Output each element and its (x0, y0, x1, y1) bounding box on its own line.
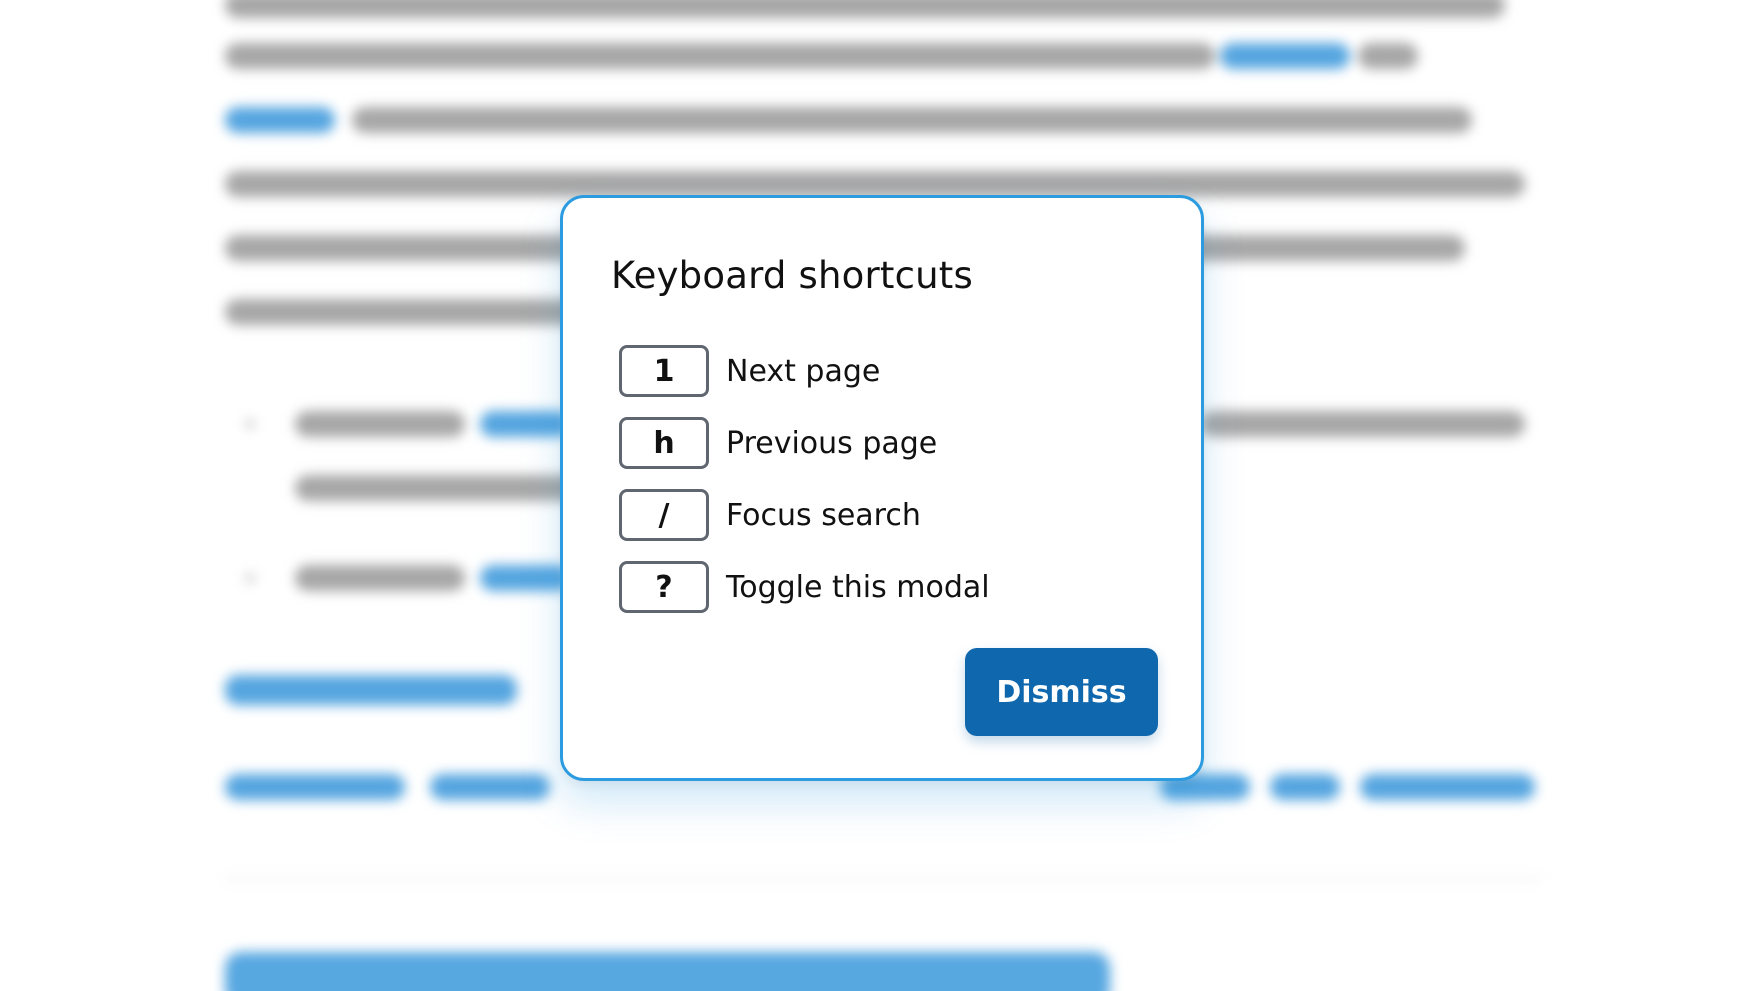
shortcut-description: Next page (726, 353, 881, 389)
shortcut-row-toggle-modal: ? Toggle this modal (619, 559, 990, 615)
modal-title: Keyboard shortcuts (611, 254, 973, 297)
shortcut-description: Focus search (726, 497, 921, 533)
dismiss-button[interactable]: Dismiss (965, 648, 1158, 736)
shortcut-description: Toggle this modal (726, 569, 990, 605)
key-slash: / (619, 489, 709, 541)
shortcuts-list: 1 Next page h Previous page / Focus sear… (619, 343, 990, 631)
keyboard-shortcuts-modal: Keyboard shortcuts 1 Next page h Previou… (560, 195, 1204, 781)
key-h: h (619, 417, 709, 469)
shortcut-row-next-page: 1 Next page (619, 343, 990, 399)
key-question-mark: ? (619, 561, 709, 613)
page: Keyboard shortcuts 1 Next page h Previou… (0, 0, 1762, 991)
shortcut-description: Previous page (726, 425, 938, 461)
key-1: 1 (619, 345, 709, 397)
shortcut-row-previous-page: h Previous page (619, 415, 990, 471)
shortcut-row-focus-search: / Focus search (619, 487, 990, 543)
